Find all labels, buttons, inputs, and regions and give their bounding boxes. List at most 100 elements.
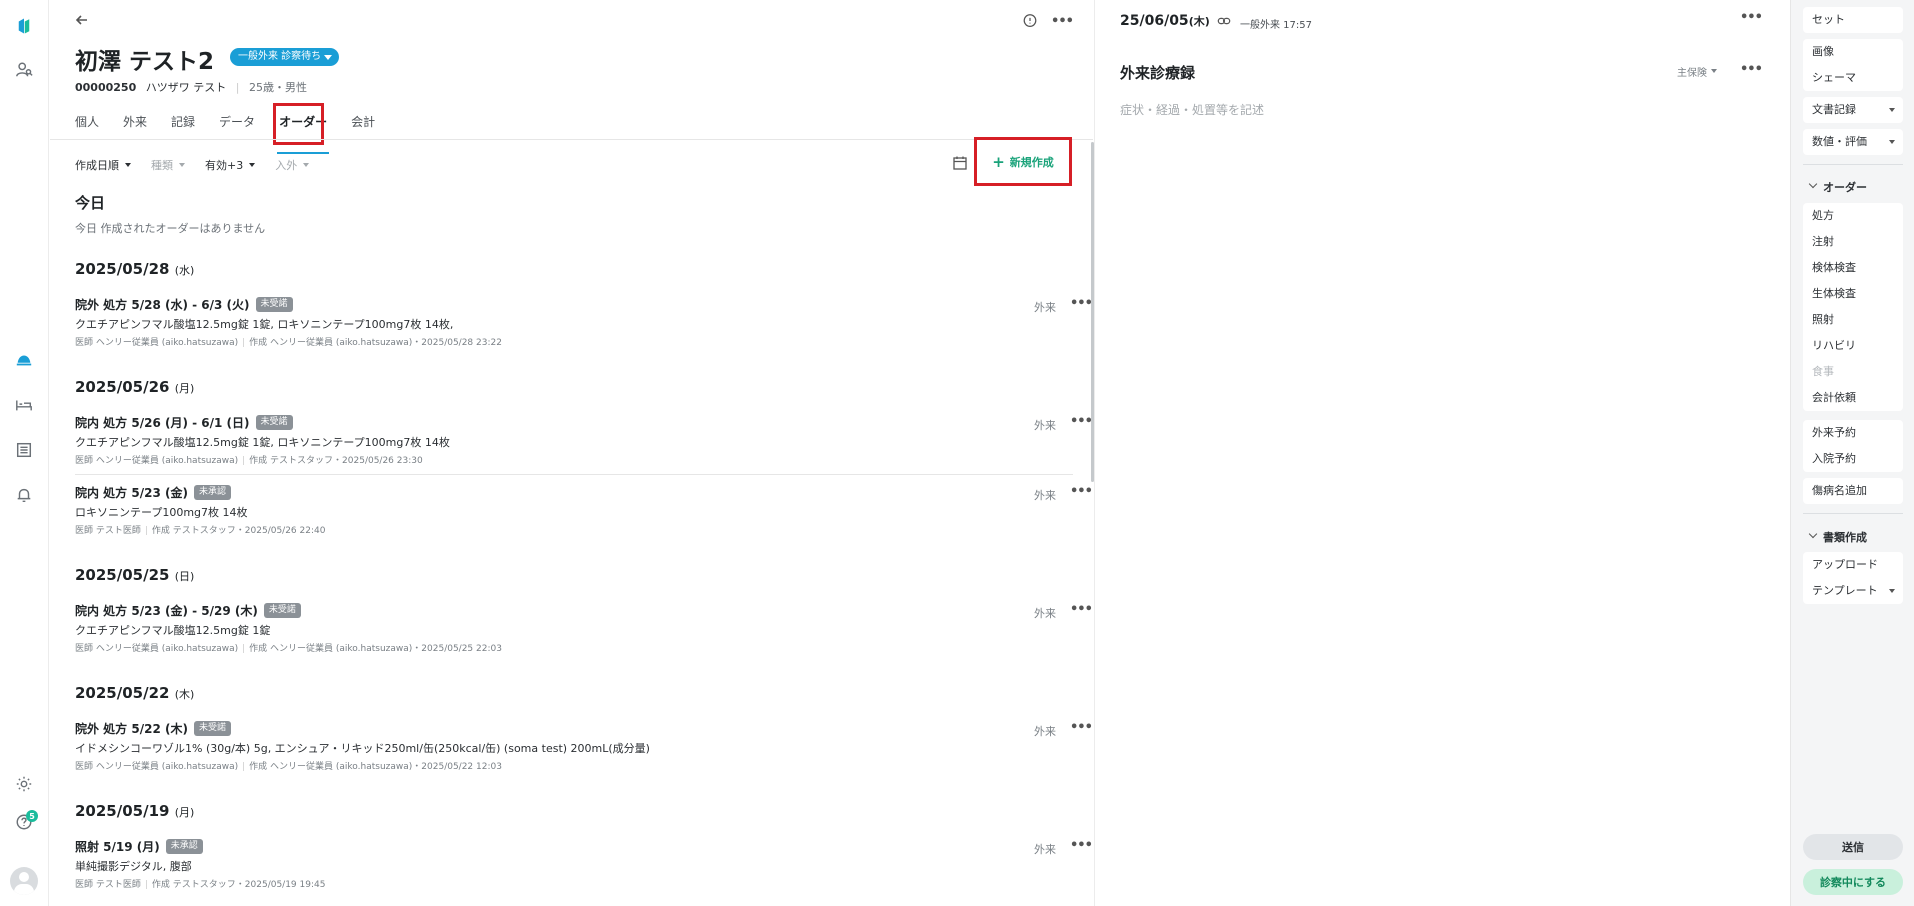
list-icon[interactable] [12, 438, 36, 462]
sidebar-group: 画像 シェーマ [1803, 39, 1903, 91]
user-avatar[interactable] [10, 867, 38, 895]
sidebar-item-physiological-test[interactable]: 生体検査 [1803, 281, 1903, 307]
day-section: 2025/05/22 (木) 院外 処方 5/22 (木) 未受諾 イドメシンコー… [75, 684, 1093, 772]
sidebar-section-orders[interactable]: オーダー [1809, 179, 1867, 195]
record-section-more-icon[interactable]: ••• [1740, 62, 1763, 77]
patient-info: 00000250 ハツザワ テスト | 25歳・男性 [75, 79, 307, 95]
more-menu-icon[interactable]: ••• [1051, 12, 1074, 30]
record-panel: 25/06/05(木) 一般外来 17:57 ••• 外来診療録 主保険 •••… [1094, 0, 1790, 906]
validity-dropdown[interactable]: 有効+3 [205, 157, 256, 173]
order-more-icon[interactable]: ••• [1070, 838, 1093, 853]
order-item[interactable]: 院内 処方 5/23 (金) 未承認 ロキソニンテープ100mg7枚 14枚 医師… [75, 484, 1093, 536]
divider: | [235, 81, 240, 94]
calendar-icon[interactable] [952, 155, 968, 171]
sidebar-item-upload[interactable]: アップロード [1803, 552, 1903, 578]
record-editor[interactable]: 症状・経過・処置等を記述 [1120, 101, 1264, 118]
day-section-today: 今日 今日 作成されたオーダーはありません [75, 192, 1073, 236]
order-title: 院外 処方 5/22 (木) [75, 722, 188, 736]
insurance-dropdown[interactable]: 主保険 [1677, 64, 1717, 79]
record-date: 25/06/05(木) [1120, 13, 1210, 29]
send-button[interactable]: 送信 [1803, 834, 1903, 860]
category-dropdown[interactable]: 種類 [151, 157, 185, 173]
outpatient-icon[interactable] [12, 348, 36, 372]
day-section: 2025/05/25 (日) 院内 処方 5/23 (金) - 5/29 (木)… [75, 566, 1093, 654]
visit-status-dropdown[interactable]: 一般外来 診察待ち [230, 48, 340, 66]
order-item[interactable]: 院外 処方 5/28 (水) - 6/3 (火) 未受諾 クエチアピンフマル酸塩1… [75, 296, 1093, 348]
sort-dropdown[interactable]: 作成日順 [75, 157, 131, 173]
sidebar-section-documents[interactable]: 書類作成 [1809, 529, 1867, 545]
patient-age-sex: 25歳・男性 [248, 81, 307, 94]
link-icon[interactable] [1217, 14, 1231, 28]
sidebar-item-irradiation[interactable]: 照射 [1803, 307, 1903, 333]
tab-personal[interactable]: 個人 [75, 112, 99, 140]
sidebar-item-injection[interactable]: 注射 [1803, 229, 1903, 255]
sidebar-item-specimen-test[interactable]: 検体検査 [1803, 255, 1903, 281]
new-order-button[interactable]: + 新規作成 [974, 137, 1072, 186]
sidebar-divider [1803, 164, 1903, 165]
tab-outpatient[interactable]: 外来 [123, 112, 147, 140]
day-section: 2025/05/26 (月) 院内 処方 5/26 (月) - 6/1 (日) 未… [75, 378, 1093, 536]
sidebar-item-schema[interactable]: シェーマ [1803, 65, 1903, 91]
order-description: 単純撮影デジタル, 腹部 [75, 860, 192, 873]
back-arrow-icon[interactable] [74, 12, 90, 28]
visit-type: 一般外来 17:57 [1240, 20, 1312, 31]
sidebar-group-documents: アップロード テンプレート [1803, 552, 1903, 604]
right-sidebar: セット 画像 シェーマ 文書記録 数値・評価 オーダー 処方 注射 検体検査 生… [1790, 0, 1914, 906]
sidebar-item-document-record[interactable]: 文書記録 [1803, 97, 1903, 123]
day-section: 2025/05/19 (月) 照射 5/19 (月) 未承認 単純撮影デジタル, … [75, 802, 1093, 890]
bell-icon[interactable] [12, 483, 36, 507]
sidebar-item-rehabilitation[interactable]: リハビリ [1803, 333, 1903, 359]
sidebar-item-template[interactable]: テンプレート [1803, 578, 1903, 604]
tab-records[interactable]: 記録 [171, 112, 195, 140]
tab-billing[interactable]: 会計 [351, 112, 375, 140]
order-description: クエチアピンフマル酸塩12.5mg錠 1錠, ロキソニンテープ100mg7枚 1… [75, 436, 450, 449]
tab-data[interactable]: データ [219, 112, 255, 140]
order-meta: 医師 ヘンリー従業員 (aiko.hatsuzawa) | 作成 テストスタッフ・2… [75, 456, 423, 466]
inout-dropdown[interactable]: 入外 [275, 157, 310, 173]
sidebar-item-meal[interactable]: 食事 [1803, 359, 1903, 385]
order-item[interactable]: 照射 5/19 (月) 未承認 単純撮影デジタル, 腹部 医師 テスト医師 | 作成 … [75, 838, 1093, 890]
order-item[interactable]: 院内 処方 5/26 (月) - 6/1 (日) 未受諾 クエチアピンフマル酸塩1… [75, 414, 1093, 466]
order-more-icon[interactable]: ••• [1070, 484, 1093, 499]
order-kind: 外来 [1034, 489, 1056, 502]
sidebar-item-values[interactable]: 数値・評価 [1803, 129, 1903, 155]
order-more-icon[interactable]: ••• [1070, 296, 1093, 311]
patient-kana: ハツザワ テスト [145, 81, 227, 94]
order-meta: 医師 ヘンリー従業員 (aiko.hatsuzawa) | 作成 ヘンリー従業員 (… [75, 762, 502, 772]
sidebar-item-admission-reservation[interactable]: 入院予約 [1803, 446, 1903, 472]
day-section: 2025/05/28 (水) 院外 処方 5/28 (水) - 6/3 (火) 未… [75, 260, 1093, 348]
order-filters: 作成日順 種類 有効+3 入外 [75, 157, 329, 173]
order-kind: 外来 [1034, 301, 1056, 314]
order-item[interactable]: 院外 処方 5/22 (木) 未受諾 イドメシンコーワゾル1% (30g/本) 5… [75, 720, 1093, 772]
patient-search-icon[interactable] [12, 58, 36, 82]
sidebar-item-billing-request[interactable]: 会計依頼 [1803, 385, 1903, 411]
order-description: イドメシンコーワゾル1% (30g/本) 5g, エンシュア・リキッド250ml… [75, 742, 650, 755]
sidebar-item-prescription[interactable]: 処方 [1803, 203, 1903, 229]
day-heading: 2025/05/19 (月) [75, 802, 195, 820]
order-more-icon[interactable]: ••• [1070, 720, 1093, 735]
order-more-icon[interactable]: ••• [1070, 414, 1093, 429]
settings-gear-icon[interactable] [12, 772, 36, 796]
status-badge: 未受諾 [255, 297, 293, 312]
status-badge: 未承認 [165, 839, 203, 854]
sidebar-item-image[interactable]: 画像 [1803, 39, 1903, 65]
record-more-icon[interactable]: ••• [1740, 10, 1763, 25]
order-meta: 医師 ヘンリー従業員 (aiko.hatsuzawa) | 作成 ヘンリー従業員 (… [75, 338, 502, 348]
sidebar-item-set[interactable]: セット [1803, 7, 1903, 33]
order-title: 院外 処方 5/28 (水) - 6/3 (火) [75, 298, 250, 312]
order-item[interactable]: 院内 処方 5/23 (金) - 5/29 (木) 未受諾 クエチアピンフマル酸塩… [75, 602, 1093, 654]
sidebar-group-disease: 傷病名追加 [1803, 478, 1903, 504]
app-logo-icon[interactable] [12, 14, 36, 38]
order-more-icon[interactable]: ••• [1070, 602, 1093, 617]
patient-tabs: 個人 外来 記録 データ オーダー 会計 [75, 112, 399, 154]
start-exam-button[interactable]: 診察中にする [1803, 869, 1903, 895]
order-kind: 外来 [1034, 607, 1056, 620]
chat-bubble-icon[interactable] [1021, 12, 1039, 30]
plus-icon: + [992, 152, 1005, 171]
sidebar-item-add-disease[interactable]: 傷病名追加 [1803, 478, 1903, 504]
order-kind: 外来 [1034, 419, 1056, 432]
order-title: 院内 処方 5/23 (金) - 5/29 (木) [75, 604, 258, 618]
sidebar-item-outpatient-reservation[interactable]: 外来予約 [1803, 420, 1903, 446]
day-heading: 2025/05/22 (木) [75, 684, 195, 702]
ward-bed-icon[interactable] [12, 393, 36, 417]
